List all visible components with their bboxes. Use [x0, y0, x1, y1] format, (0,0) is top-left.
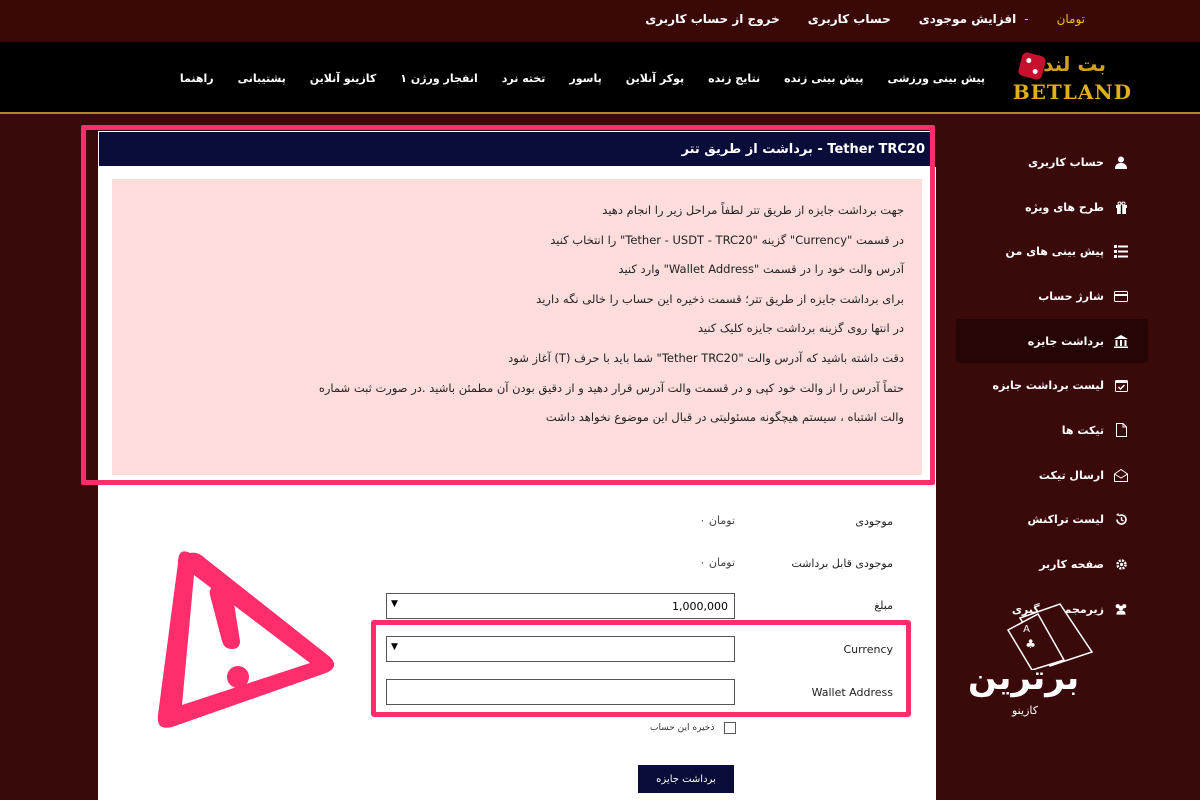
sidebar-item-withdraw-list[interactable]: لیست برداشت جایزه: [956, 363, 1148, 408]
chevron-down-icon: ▼: [391, 642, 398, 652]
svg-text:A: A: [1023, 624, 1030, 635]
instructions-alert: جهت برداشت جایزه از طریق تتر لطفاً مراحل…: [112, 179, 922, 475]
file-icon: [1114, 423, 1128, 438]
sidebar-item-tickets[interactable]: تیکت ها: [956, 408, 1148, 453]
sidebar-item-label: لیست تراکنش: [1027, 513, 1104, 527]
sidebar-item-label: شارژ حساب: [1038, 289, 1104, 303]
logout-link[interactable]: خروج از حساب کاربری: [645, 12, 780, 26]
betland-logo[interactable]: بت لند BETLAND: [1013, 51, 1132, 104]
panel-title: Tether TRC20 - برداشت از طریق تتر: [98, 131, 934, 167]
amount-value: 1,000,000: [672, 599, 728, 613]
envelope-open-icon: [1114, 468, 1128, 482]
balance-currency: تومان: [1056, 12, 1085, 26]
sidebar-item-label: طرح های ویژه: [1025, 200, 1104, 214]
instruction-line: در انتها روی گزینه برداشت جایزه کلیک کنی…: [697, 321, 904, 336]
currency-select[interactable]: ▼: [386, 636, 735, 662]
nav-live[interactable]: پیش بینی زنده: [784, 72, 863, 85]
nav-sports[interactable]: پیش بینی ورزشی: [887, 72, 985, 85]
wallet-address-input[interactable]: [386, 679, 735, 705]
withdraw-submit-button[interactable]: برداشت جایزه: [638, 765, 734, 793]
logo-en: BETLAND: [1012, 80, 1132, 104]
nav-help[interactable]: راهنما: [180, 72, 214, 85]
amount-select[interactable]: ▼ 1,000,000: [386, 593, 735, 619]
warning-icon: [157, 551, 335, 728]
sidebar-item-special[interactable]: طرح های ویژه: [956, 185, 1148, 230]
chevron-down-icon: ▼: [391, 599, 398, 609]
nav-casino[interactable]: کازینو آنلاین: [310, 72, 377, 85]
instruction-line: والت اشتباه ، سیستم هیچگونه مسئولیتی در …: [545, 410, 904, 425]
main-header: بت لند BETLAND پیش بینی ورزشی پیش بینی ز…: [0, 42, 1200, 114]
list-icon: [1114, 245, 1128, 259]
main-nav: پیش بینی ورزشی پیش بینی زنده نتایج زنده …: [180, 72, 985, 85]
nav-support[interactable]: پشتیبانی: [238, 72, 286, 85]
sidebar-item-user-page[interactable]: صفحه کاربر: [956, 542, 1148, 587]
instruction-line: برای برداشت جایزه از طریق تتر؛ قسمت ذخیر…: [536, 291, 904, 306]
users-icon: [1114, 602, 1128, 616]
top-links: تومان - افزایش موجودی حساب کاربری خروج ا…: [645, 12, 1085, 26]
nav-backgammon[interactable]: تخته نرد: [502, 72, 546, 85]
panel-body: جهت برداشت جایزه از طریق تتر لطفاً مراحل…: [98, 167, 936, 485]
sidebar-item-transactions[interactable]: لیست تراکنش: [956, 498, 1148, 543]
sidebar-item-label: حساب کاربری: [1027, 155, 1104, 169]
sidebar-item-label: تیکت ها: [1061, 423, 1104, 437]
nav-results[interactable]: نتایج زنده: [708, 72, 760, 85]
nav-poker[interactable]: پوکر آنلاین: [626, 72, 684, 85]
currency-label: Currency: [843, 643, 893, 656]
brand-small: کازینو: [1012, 704, 1038, 717]
gift-icon: [1114, 200, 1128, 214]
sidebar-item-label: لیست برداشت جایزه: [992, 379, 1105, 393]
sidebar-item-withdraw[interactable]: برداشت جایزه: [956, 318, 1148, 364]
withdrawable-value: تومان ۰: [699, 556, 735, 569]
instruction-line: جهت برداشت جایزه از طریق تتر لطفاً مراحل…: [602, 203, 904, 217]
sidebar-item-label: صفحه کاربر: [1039, 558, 1104, 572]
user-icon: [1114, 155, 1128, 169]
instruction-line: دقت داشته باشید که آدرس والت "Tether TRC…: [508, 350, 904, 365]
top-bar: تومان - افزایش موجودی حساب کاربری خروج ا…: [0, 0, 1200, 42]
deposit-link[interactable]: افزایش موجودی: [919, 12, 1016, 26]
sidebar-item-deposit[interactable]: شارژ حساب: [956, 274, 1148, 319]
amount-label: مبلغ: [874, 599, 893, 612]
balance-label: موجودی: [855, 515, 893, 528]
nav-pasur[interactable]: پاسور: [569, 72, 601, 85]
instruction-line: در قسمت "Currency" گزینه "Tether - USDT …: [550, 232, 904, 247]
bank-icon: [1114, 334, 1128, 348]
save-account-checkbox[interactable]: [724, 722, 736, 734]
withdrawable-label: موجودی قابل برداشت: [791, 557, 893, 570]
gear-icon: [1114, 558, 1128, 572]
balance-separator: -: [1024, 12, 1029, 26]
wallet-label: Wallet Address: [811, 686, 893, 699]
logo-fa: بت لند: [1043, 52, 1106, 76]
account-sidebar: حساب کاربری طرح های ویژه پیش بینی های من…: [956, 140, 1148, 632]
sidebar-item-send-ticket[interactable]: ارسال تیکت: [956, 453, 1148, 498]
bartarin-logo: A ♣ برترین کازینو: [960, 600, 1110, 730]
card-icon: [1114, 289, 1128, 303]
sidebar-item-label: پیش بینی های من: [1005, 245, 1104, 259]
balance-value: تومان ۰: [699, 514, 735, 527]
svg-text:♣: ♣: [1025, 637, 1036, 651]
instruction-line: آدرس والت خود را در قسمت "Wallet Address…: [618, 262, 904, 277]
account-link[interactable]: حساب کاربری: [808, 12, 891, 26]
sidebar-item-my-bets[interactable]: پیش بینی های من: [956, 229, 1148, 274]
history-icon: [1114, 513, 1128, 527]
instruction-line: حتماً آدرس را از والت خود کپی و در قسمت …: [318, 380, 904, 395]
calendar-check-icon: [1114, 379, 1128, 393]
save-account-label: ذخیره این حساب: [650, 723, 715, 733]
sidebar-item-account[interactable]: حساب کاربری: [956, 140, 1148, 185]
sidebar-item-label: برداشت جایزه: [1027, 334, 1104, 348]
brand-big: برترین: [968, 658, 1080, 698]
nav-crash[interactable]: انفجار ورژن ۱: [400, 72, 477, 85]
sidebar-item-label: ارسال تیکت: [1038, 468, 1104, 482]
